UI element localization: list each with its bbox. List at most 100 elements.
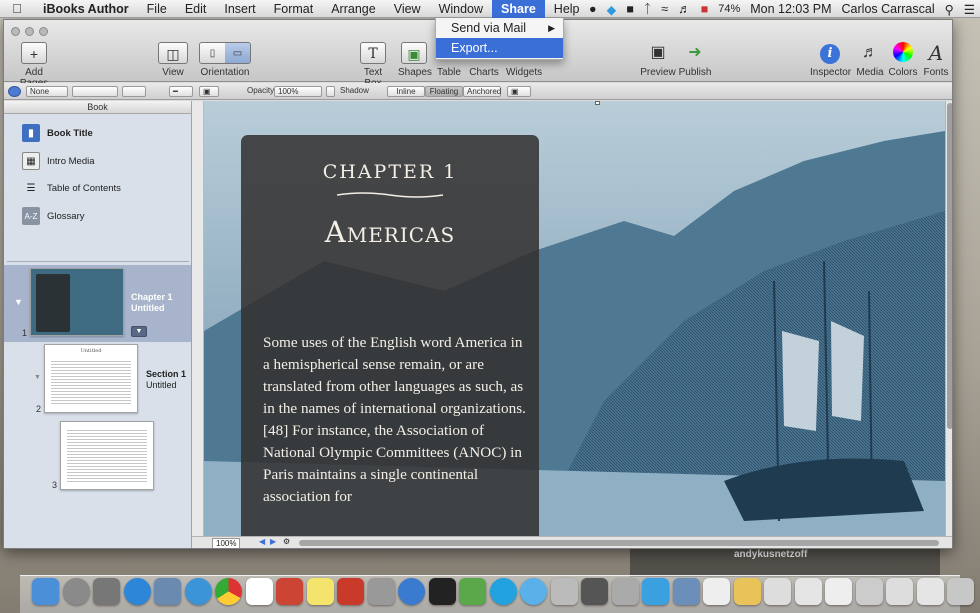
itunes-icon[interactable] xyxy=(398,578,425,605)
page-thumbnail-2[interactable]: Untitled xyxy=(44,344,138,413)
chapter-title-panel[interactable]: CHAPTER 1 Americas Some uses of the Engl… xyxy=(241,135,539,536)
sidebar-resize-strip[interactable] xyxy=(192,101,204,536)
page-options-button[interactable]: ▼ xyxy=(131,326,147,337)
vertical-scrollbar[interactable] xyxy=(945,101,952,536)
twitter-status-icon[interactable]: ◆ xyxy=(602,2,622,17)
page-thumbnail-3[interactable] xyxy=(60,421,154,490)
textedit-icon[interactable] xyxy=(703,578,730,605)
menu-file[interactable]: File xyxy=(138,0,176,18)
audio-app-icon[interactable] xyxy=(428,578,456,605)
battery-percent[interactable]: 74% xyxy=(713,3,745,15)
shapes-button[interactable]: ▣ Shapes xyxy=(398,42,432,78)
sidebar-item-glossary[interactable]: A-Z Glossary xyxy=(22,206,84,226)
paragraph-style-select[interactable]: None xyxy=(26,86,68,97)
text-wrap-select[interactable]: ▣ xyxy=(507,86,531,97)
dropbox-status-icon[interactable]: ■ xyxy=(621,2,639,16)
page-thumbnail-1[interactable] xyxy=(30,268,124,336)
document-icon[interactable] xyxy=(825,578,852,605)
document-icon[interactable] xyxy=(794,578,822,605)
launchpad-icon[interactable] xyxy=(62,578,90,605)
spotlight-search-icon[interactable]: ⚲ xyxy=(940,2,959,17)
twitter-icon[interactable] xyxy=(642,578,669,605)
system-preferences-icon[interactable] xyxy=(93,578,120,605)
photo-booth-icon[interactable] xyxy=(276,578,303,605)
utility-icon[interactable] xyxy=(611,578,639,605)
automator-icon[interactable] xyxy=(367,578,395,605)
body-text[interactable]: Some uses of the English word America in… xyxy=(263,332,528,508)
menu-item-export[interactable]: Export... xyxy=(436,38,563,58)
menu-share[interactable]: Share xyxy=(492,0,545,18)
add-pages-button[interactable]: + Add Pages xyxy=(10,42,58,89)
volume-icon[interactable]: ♬ xyxy=(673,2,696,16)
shadow-style-select[interactable]: ▣ xyxy=(199,86,219,97)
orientation-control[interactable]: ▯ ▭ Orientation xyxy=(197,42,253,78)
landscape-icon[interactable]: ▭ xyxy=(225,43,250,63)
page-canvas[interactable]: CHAPTER 1 Americas Some uses of the Engl… xyxy=(204,101,945,536)
wifi-icon[interactable]: ≈ xyxy=(656,2,673,16)
menu-view[interactable]: View xyxy=(385,0,430,18)
previous-page-icon[interactable]: ◀ xyxy=(259,537,265,546)
menu-item-send-via-mail[interactable]: Send via Mail ▶ xyxy=(436,18,563,38)
wrap-inline-button[interactable]: Inline xyxy=(387,86,425,97)
sidebar-item-book-title[interactable]: ▮ Book Title xyxy=(22,123,93,143)
font-size-select[interactable] xyxy=(72,86,118,97)
portrait-icon[interactable]: ▯ xyxy=(200,43,225,63)
fonts-button[interactable]: A Fonts xyxy=(922,42,950,78)
notes-icon[interactable] xyxy=(733,578,761,605)
chapter-label[interactable]: CHAPTER 1 xyxy=(241,161,539,183)
notification-center-icon[interactable]: ☰ xyxy=(959,2,980,17)
opacity-field[interactable]: 100% xyxy=(274,86,322,97)
media-button[interactable]: ♬ Media xyxy=(856,42,884,78)
text-box-button[interactable]: T Text Box xyxy=(354,42,392,89)
finder-icon[interactable] xyxy=(32,578,59,605)
preview-app-icon[interactable] xyxy=(154,578,181,605)
menu-window[interactable]: Window xyxy=(430,0,492,18)
downloads-stack-icon[interactable] xyxy=(855,578,883,605)
menu-insert[interactable]: Insert xyxy=(215,0,264,18)
scroll-thumb[interactable] xyxy=(947,103,952,429)
safari-icon[interactable] xyxy=(184,578,212,605)
zoom-select[interactable]: 100% xyxy=(212,538,241,548)
document-icon[interactable] xyxy=(886,578,913,605)
sidebar-item-intro-media[interactable]: ▦ Intro Media xyxy=(22,151,95,171)
publish-button[interactable]: ➜ Publish xyxy=(678,42,712,78)
horizontal-scrollbar[interactable] xyxy=(299,540,939,546)
shadow-checkbox[interactable] xyxy=(326,86,335,97)
fill-color-well[interactable] xyxy=(122,86,146,97)
skype-status-icon[interactable]: ● xyxy=(584,2,602,16)
chapter-title[interactable]: Americas xyxy=(241,215,539,249)
flag-icon[interactable]: ■ xyxy=(696,2,714,16)
zoom-window-button[interactable] xyxy=(39,27,48,36)
trash-icon[interactable] xyxy=(947,578,974,605)
user-name[interactable]: Carlos Carrascal xyxy=(837,2,940,16)
apple-menu-icon[interactable]:  xyxy=(0,1,34,16)
preview-button[interactable]: ▣ Preview xyxy=(640,42,676,78)
ibooks-author-icon[interactable] xyxy=(337,578,364,605)
menu-arrange[interactable]: Arrange xyxy=(322,0,384,18)
colors-button[interactable]: Colors xyxy=(888,42,918,78)
facetime-icon[interactable] xyxy=(550,578,578,605)
calendar-icon[interactable] xyxy=(245,578,273,605)
style-drawer-icon[interactable] xyxy=(8,86,21,97)
disclosure-triangle-icon[interactable]: ▼ xyxy=(34,374,41,381)
menu-help[interactable]: Help xyxy=(545,0,589,18)
close-window-button[interactable] xyxy=(11,27,20,36)
evernote-icon[interactable] xyxy=(459,578,486,605)
app-store-icon[interactable] xyxy=(123,578,151,605)
chrome-icon[interactable] xyxy=(215,578,242,605)
minimize-window-button[interactable] xyxy=(25,27,34,36)
document-icon[interactable] xyxy=(916,578,944,605)
stickies-icon[interactable] xyxy=(306,578,334,605)
next-page-icon[interactable]: ▶ xyxy=(270,537,276,546)
menu-format[interactable]: Format xyxy=(265,0,323,18)
sidebar-item-table-of-contents[interactable]: ☰ Table of Contents xyxy=(22,178,121,198)
wrap-anchored-button[interactable]: Anchored xyxy=(463,86,501,97)
bluetooth-icon[interactable]: ᛏ xyxy=(639,2,657,16)
wrap-floating-button[interactable]: Floating xyxy=(425,86,463,97)
menu-edit[interactable]: Edit xyxy=(176,0,216,18)
disclosure-triangle-icon[interactable]: ▼ xyxy=(14,297,23,307)
image-capture-icon[interactable] xyxy=(672,578,700,605)
messages-icon[interactable] xyxy=(520,578,547,605)
selection-handle[interactable] xyxy=(595,101,600,105)
phone-icon[interactable] xyxy=(581,578,608,605)
